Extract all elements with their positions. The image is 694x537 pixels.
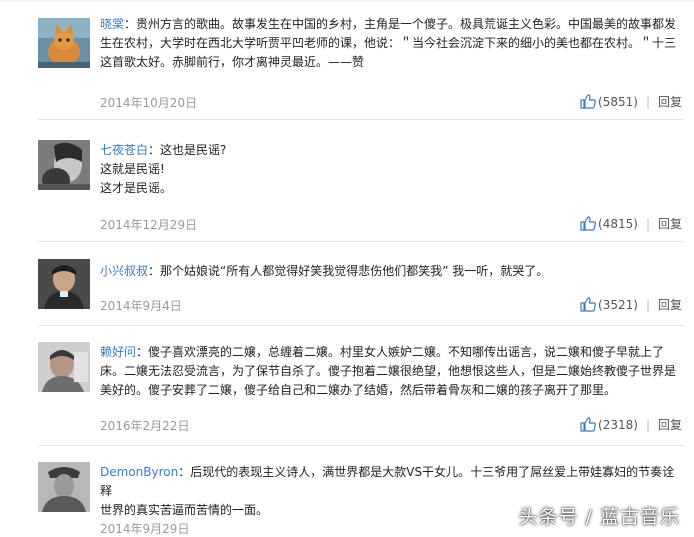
colon: ：	[148, 143, 161, 157]
comment-text: 这也是民谣?	[160, 143, 227, 157]
avatar[interactable]	[38, 18, 90, 68]
divider: |	[645, 216, 650, 231]
comment-line: 生在农村，大学时在西北大学听贾平凹老师的课，他说：＂当今社会沉淀下来的细小的美也…	[100, 36, 677, 50]
username-link[interactable]: 晓棠	[100, 17, 124, 31]
comment-text: 贵州方言的歌曲。故事发生在中国的乡村，主角是一个傻子。极具荒诞主义色彩。中国最美…	[136, 17, 677, 31]
thumbs-up-icon	[580, 216, 596, 231]
reply-button[interactable]: 回复	[658, 93, 682, 110]
username-link[interactable]: 七夜苍白	[100, 143, 148, 157]
avatar[interactable]	[38, 462, 90, 512]
comment-date: 2014年9月4日	[100, 299, 182, 313]
divider: |	[645, 297, 650, 312]
comment-line: 七夜苍白：这也是民谣?	[100, 141, 685, 160]
reply-button[interactable]: 回复	[658, 416, 682, 433]
comment-actions: (3521) | 回复	[580, 296, 682, 313]
comment-text: 傻子喜欢漂亮的二嬢，总缠着二嬢。村里女人嫉妒二嬢。不知哪传出谣言，说二嬢和傻子早…	[148, 345, 665, 359]
username-link[interactable]: 小兴叔叔	[100, 264, 148, 278]
colon: ：	[124, 17, 137, 31]
like-button[interactable]: (5851)	[580, 94, 638, 109]
watermark: 头条号 / 蓝古音乐	[518, 506, 680, 528]
reply-button[interactable]: 回复	[658, 215, 682, 232]
avatar[interactable]	[38, 140, 90, 190]
comment-text: 那个姑娘说“所有人都觉得好笑我觉得悲伤他们都笑我” 我一听，就哭了。	[160, 264, 549, 278]
avatar[interactable]	[38, 259, 90, 309]
comment-item: 赖好问：傻子喜欢漂亮的二嬢，总缠着二嬢。村里女人嫉妒二嬢。不知哪传出谣言，说二嬢…	[0, 326, 694, 446]
comment-line: 这就是民谣!	[100, 162, 165, 176]
comment-actions: (4815) | 回复	[580, 215, 682, 232]
comment-date: 2014年12月29日	[100, 218, 198, 232]
comment-line: 小兴叔叔：那个姑娘说“所有人都觉得好笑我觉得悲伤他们都笑我” 我一听，就哭了。	[100, 262, 685, 281]
reply-button[interactable]: 回复	[658, 296, 682, 313]
colon: ：	[148, 264, 161, 278]
divider: |	[645, 417, 650, 432]
username-link[interactable]: DemonByron	[100, 465, 178, 479]
comment-item: 小兴叔叔：那个姑娘说“所有人都觉得好笑我觉得悲伤他们都笑我” 我一听，就哭了。 …	[0, 242, 694, 326]
like-button[interactable]: (4815)	[580, 216, 638, 231]
colon: ：	[178, 465, 191, 479]
comment-date: 2014年10月20日	[100, 96, 198, 110]
thumbs-up-icon	[580, 417, 596, 432]
like-count: (4815)	[598, 216, 638, 231]
comment-line: 这首歌太好。赤脚前行，你才离神灵最近。——赞	[100, 55, 365, 69]
comment-line: 晓棠：贵州方言的歌曲。故事发生在中国的乡村，主角是一个傻子。极具荒诞主义色彩。中…	[100, 15, 685, 34]
like-button[interactable]: (3521)	[580, 297, 638, 312]
comment-line: DemonByron：后现代的表现主义诗人，满世界都是大款VS干女儿。十三爷用了…	[100, 463, 685, 501]
like-button[interactable]: (2318)	[580, 417, 638, 432]
avatar[interactable]	[38, 342, 90, 392]
thumbs-up-icon	[580, 297, 596, 312]
thumbs-up-icon	[580, 94, 596, 109]
like-count: (2318)	[598, 417, 638, 432]
comment-actions: (5851) | 回复	[580, 93, 682, 110]
comment-item: 晓棠：贵州方言的歌曲。故事发生在中国的乡村，主角是一个傻子。极具荒诞主义色彩。中…	[0, 0, 694, 120]
comment-line: 这才是民谣。	[100, 181, 173, 195]
comment-item: 七夜苍白：这也是民谣? 这就是民谣! 这才是民谣。 2014年12月29日 (4…	[0, 120, 694, 242]
comment-date: 2016年2月22日	[100, 419, 190, 433]
like-count: (3521)	[598, 297, 638, 312]
comment-line: 床。二嬢无法忍受流言，为了保节自杀了。傻子抱着二嬢很绝望，他想恨这些人，但是二嬢…	[100, 364, 677, 378]
colon: ：	[136, 345, 149, 359]
username-link[interactable]: 赖好问	[100, 345, 136, 359]
comment-line: 美好的。傻子安葬了二嬢，傻子给自己和二嬢办了结婚，然后带着骨灰和二嬢的孩子离开了…	[100, 383, 617, 397]
like-count: (5851)	[598, 94, 638, 109]
comment-actions: (2318) | 回复	[580, 416, 682, 433]
comment-date: 2014年9月29日	[100, 522, 190, 536]
divider: |	[645, 94, 650, 109]
comment-line: 赖好问：傻子喜欢漂亮的二嬢，总缠着二嬢。村里女人嫉妒二嬢。不知哪传出谣言，说二嬢…	[100, 343, 685, 362]
